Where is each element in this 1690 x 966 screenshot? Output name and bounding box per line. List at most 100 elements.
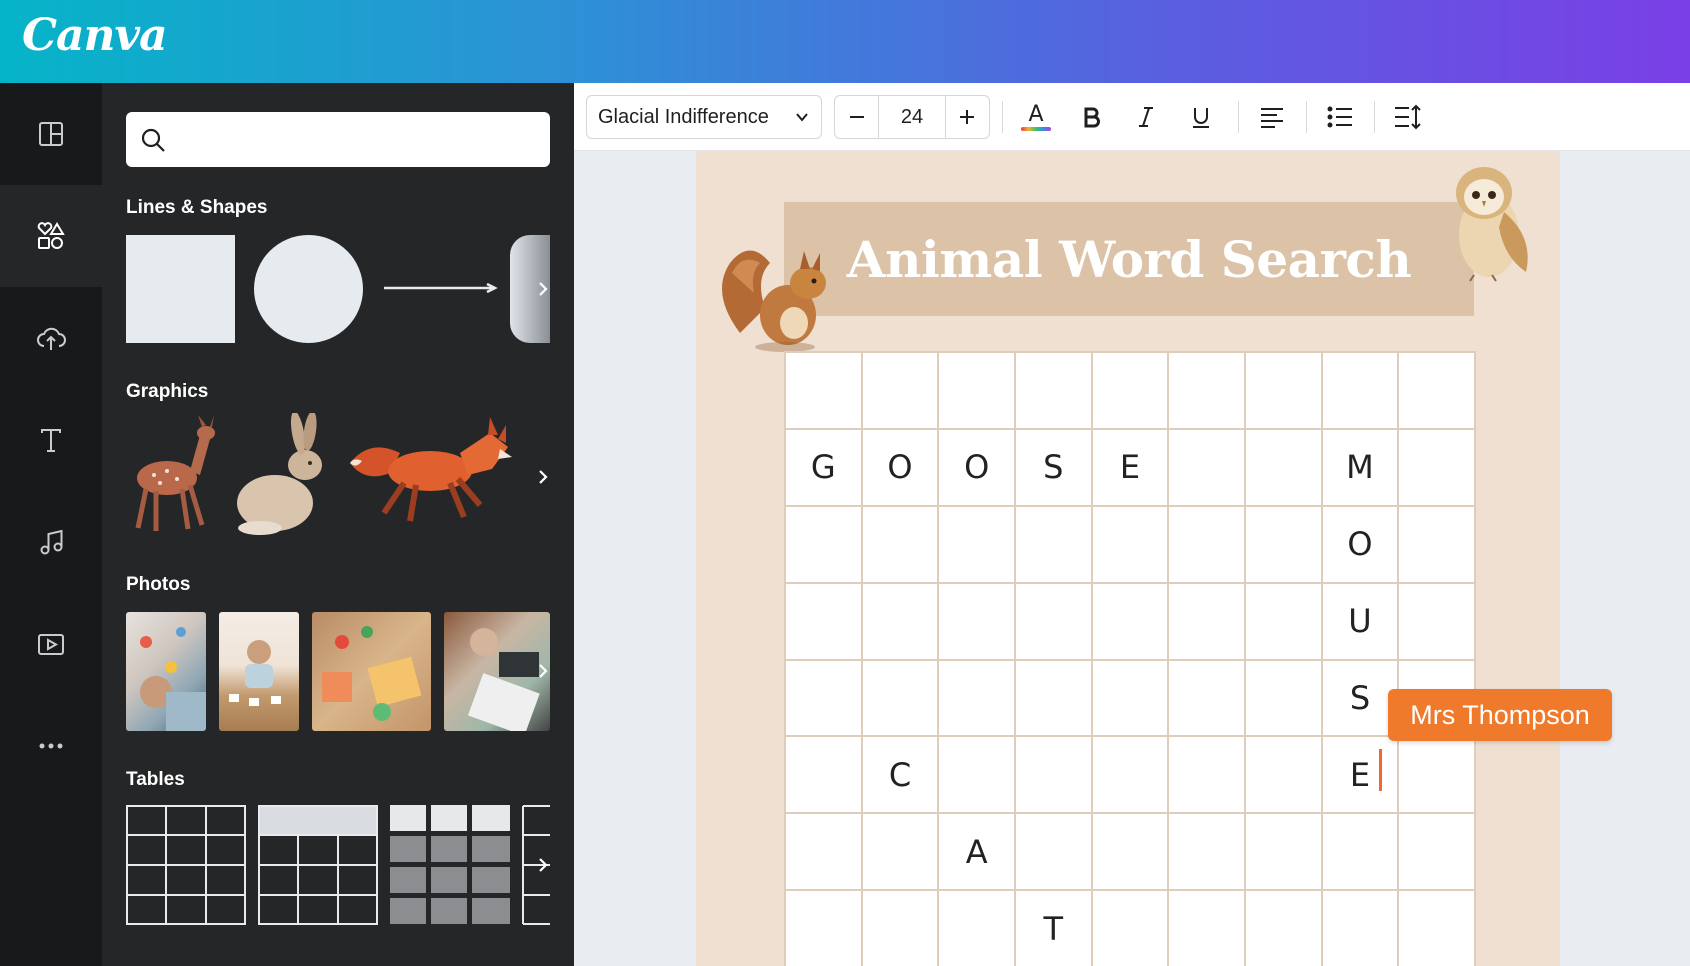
grid-cell[interactable]	[1090, 581, 1170, 661]
grid-cell[interactable]	[860, 351, 940, 430]
grid-cell[interactable]	[860, 889, 940, 966]
bold-button[interactable]	[1072, 97, 1112, 137]
grid-cell[interactable]	[860, 504, 940, 584]
grid-cell[interactable]: S	[1014, 427, 1093, 507]
grid-cell[interactable]: O	[860, 427, 940, 507]
grid-cell[interactable]	[1167, 504, 1246, 584]
font-size-input[interactable]: 24	[878, 96, 946, 138]
grid-cell[interactable]	[1014, 735, 1093, 815]
grid-cell[interactable]	[1014, 812, 1093, 892]
align-button[interactable]	[1252, 97, 1292, 137]
grid-cell[interactable]	[1244, 351, 1323, 430]
grid-cell[interactable]	[784, 812, 863, 892]
grid-cell[interactable]	[784, 735, 863, 815]
grid-cell[interactable]: G	[784, 427, 863, 507]
design-page[interactable]: Animal Word Search GOOSEMOUSCEAT	[696, 151, 1560, 966]
fox-graphic[interactable]	[340, 413, 515, 538]
grid-cell[interactable]	[1244, 812, 1323, 892]
grid-cell[interactable]	[1090, 735, 1170, 815]
grid-cell[interactable]	[937, 504, 1016, 584]
grid-cell[interactable]	[1090, 812, 1170, 892]
squirrel-graphic[interactable]	[710, 223, 840, 353]
grid-cell[interactable]	[1397, 351, 1476, 430]
grid-cell[interactable]	[937, 889, 1016, 966]
rail-uploads-button[interactable]	[0, 287, 102, 389]
owl-graphic[interactable]	[1444, 157, 1544, 283]
grid-cell[interactable]: O	[937, 427, 1016, 507]
grid-cell[interactable]	[1090, 504, 1170, 584]
grid-cell[interactable]	[1014, 351, 1093, 430]
photo-thumbnail[interactable]	[219, 612, 299, 731]
grid-cell[interactable]	[860, 812, 940, 892]
spacing-button[interactable]	[1388, 97, 1428, 137]
grid-cell[interactable]	[1167, 351, 1246, 430]
shapes-next-button[interactable]	[532, 278, 554, 300]
grid-cell[interactable]	[937, 581, 1016, 661]
grid-cell[interactable]: M	[1320, 427, 1400, 507]
tables-next-button[interactable]	[532, 854, 554, 876]
grid-cell[interactable]	[860, 581, 940, 661]
grid-cell[interactable]	[1244, 735, 1323, 815]
grid-cell[interactable]: A	[937, 812, 1016, 892]
grid-cell[interactable]	[1090, 658, 1170, 738]
underline-button[interactable]	[1181, 97, 1221, 137]
grid-cell[interactable]	[937, 658, 1016, 738]
page-title[interactable]: Animal Word Search	[784, 202, 1474, 316]
grid-cell[interactable]	[1244, 658, 1323, 738]
search-input[interactable]	[176, 129, 536, 150]
table-template[interactable]	[390, 805, 510, 925]
circle-shape[interactable]	[254, 235, 363, 343]
grid-cell[interactable]	[1397, 504, 1476, 584]
photo-thumbnail[interactable]	[126, 612, 206, 731]
rail-elements-button[interactable]	[0, 185, 102, 287]
search-box[interactable]	[126, 112, 550, 167]
grid-cell[interactable]	[1397, 812, 1476, 892]
grid-cell[interactable]	[1014, 504, 1093, 584]
grid-cell[interactable]	[1167, 889, 1246, 966]
font-family-dropdown[interactable]: Glacial Indifference	[586, 95, 822, 139]
grid-cell[interactable]	[1244, 889, 1323, 966]
grid-cell[interactable]: C	[860, 735, 940, 815]
table-template[interactable]	[258, 805, 378, 925]
grid-cell[interactable]	[784, 658, 863, 738]
grid-cell[interactable]: E	[1320, 735, 1400, 815]
arrow-line-shape[interactable]	[382, 283, 500, 293]
grid-cell[interactable]	[784, 889, 863, 966]
grid-cell[interactable]	[1167, 812, 1246, 892]
list-button[interactable]	[1320, 97, 1360, 137]
grid-cell[interactable]	[784, 581, 863, 661]
grid-cell[interactable]	[784, 504, 863, 584]
graphics-next-button[interactable]	[532, 466, 554, 488]
grid-cell[interactable]	[1397, 427, 1476, 507]
table-template[interactable]	[126, 805, 246, 925]
grid-cell[interactable]	[1167, 427, 1246, 507]
grid-cell[interactable]	[1090, 889, 1170, 966]
grid-cell[interactable]	[1397, 889, 1476, 966]
grid-cell[interactable]	[1320, 889, 1400, 966]
grid-cell[interactable]: E	[1090, 427, 1170, 507]
grid-cell[interactable]	[1014, 581, 1093, 661]
grid-cell[interactable]	[1320, 351, 1400, 430]
increase-font-size-button[interactable]	[946, 96, 989, 138]
grid-cell[interactable]	[1167, 735, 1246, 815]
deer-graphic[interactable]	[122, 413, 222, 538]
rail-text-button[interactable]	[0, 389, 102, 491]
grid-cell[interactable]	[1244, 504, 1323, 584]
grid-cell[interactable]	[937, 351, 1016, 430]
text-color-button[interactable]: A	[1016, 97, 1056, 137]
decrease-font-size-button[interactable]	[835, 96, 878, 138]
grid-cell[interactable]	[860, 658, 940, 738]
photos-next-button[interactable]	[532, 660, 554, 682]
grid-cell[interactable]	[1167, 658, 1246, 738]
rail-video-button[interactable]	[0, 593, 102, 695]
grid-cell[interactable]	[1244, 581, 1323, 661]
rail-audio-button[interactable]	[0, 491, 102, 593]
word-search-grid[interactable]: GOOSEMOUSCEAT	[784, 351, 1476, 966]
grid-cell[interactable]: T	[1014, 889, 1093, 966]
grid-cell[interactable]	[1167, 581, 1246, 661]
grid-cell[interactable]	[1397, 735, 1476, 815]
italic-button[interactable]	[1126, 97, 1166, 137]
rabbit-graphic[interactable]	[230, 413, 330, 538]
photo-thumbnail[interactable]	[312, 612, 431, 731]
grid-cell[interactable]	[1014, 658, 1093, 738]
